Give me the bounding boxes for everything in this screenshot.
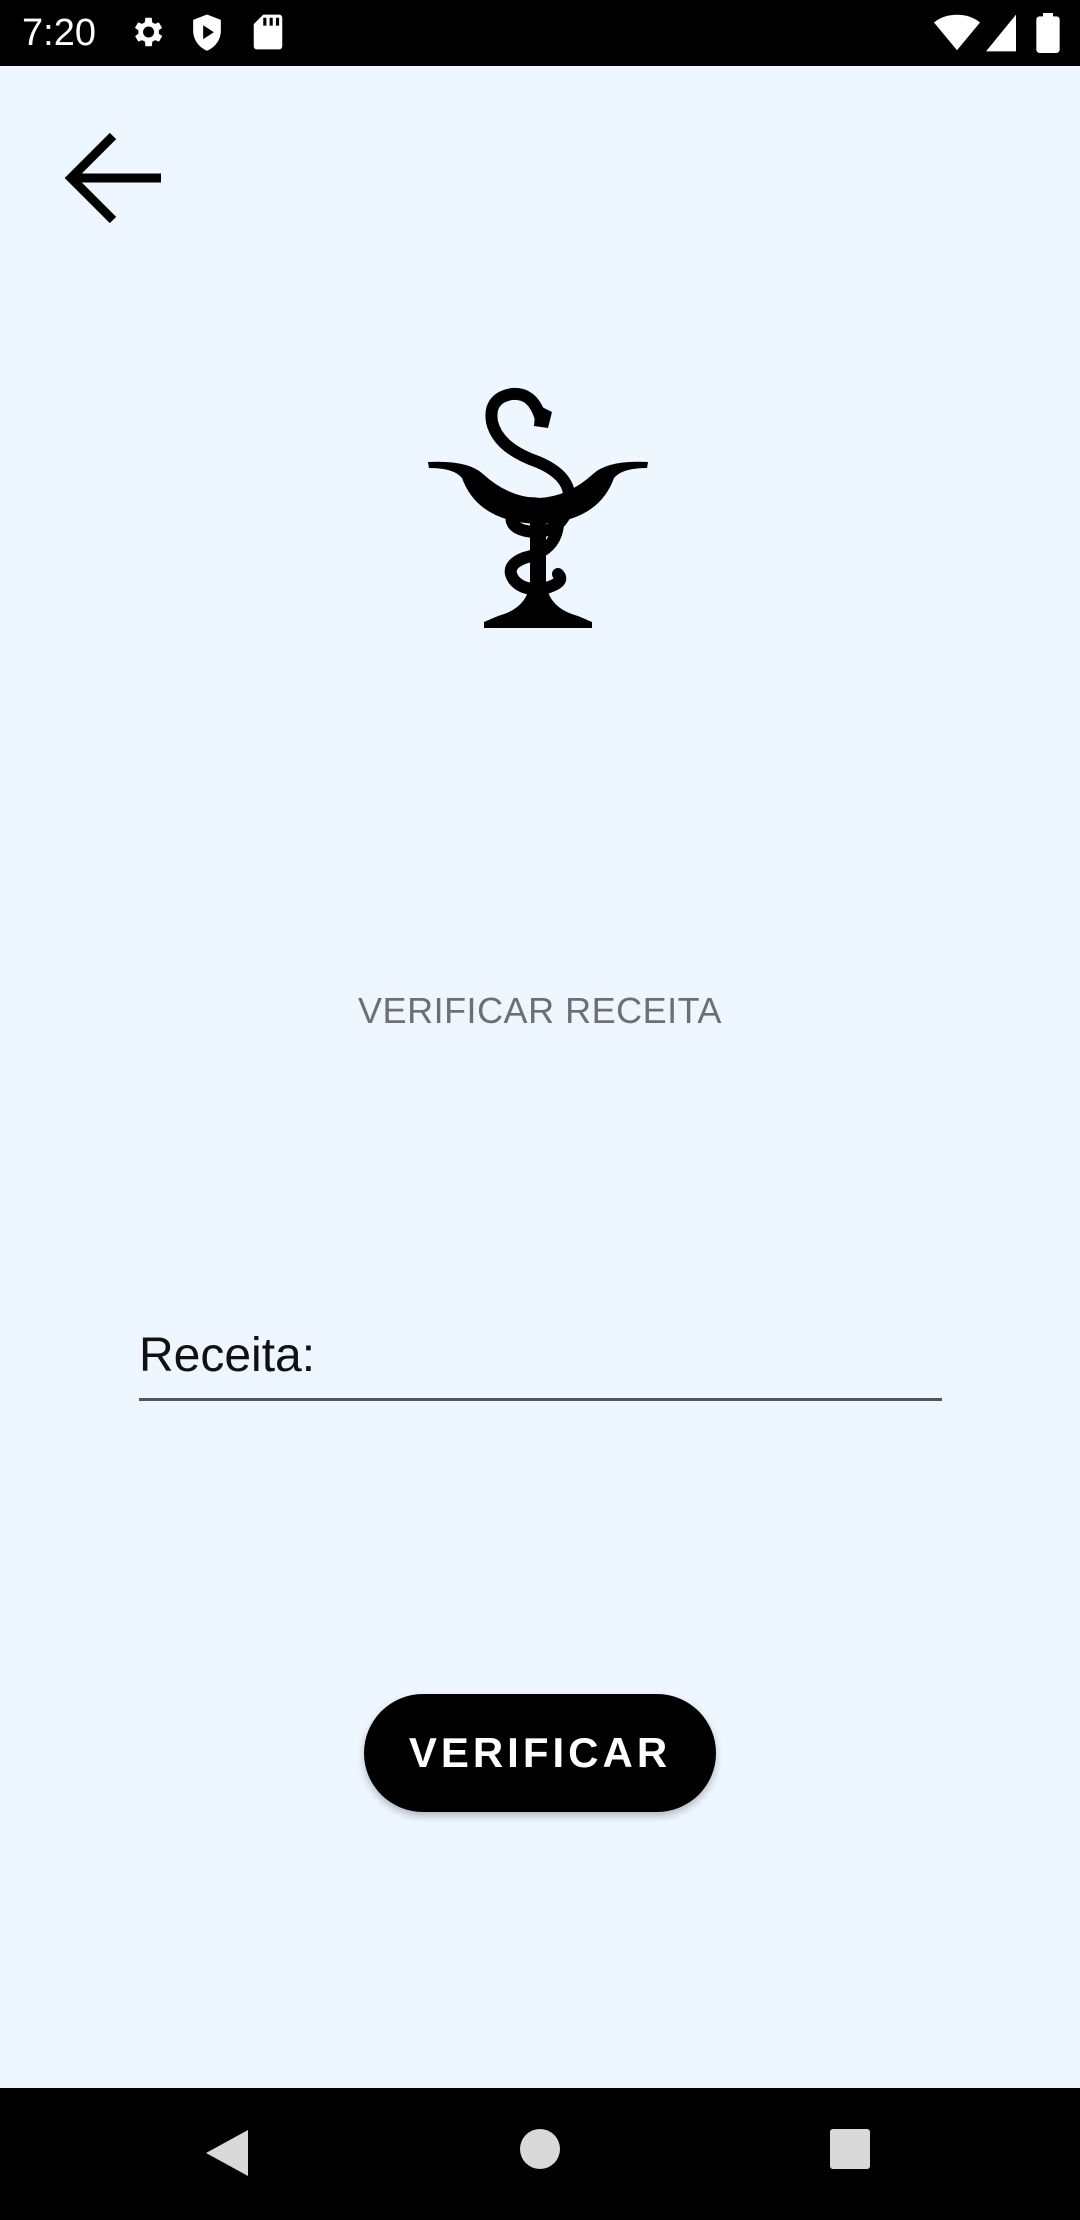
nav-home-icon[interactable] xyxy=(519,2128,561,2170)
receita-field[interactable]: Receita: xyxy=(139,1318,942,1401)
nav-recents-icon[interactable] xyxy=(829,2128,871,2170)
cell-signal-icon xyxy=(986,14,1016,52)
status-bar: 7:20 xyxy=(0,0,1080,66)
system-nav-bar xyxy=(0,2088,1080,2220)
status-time: 7:20 xyxy=(22,12,96,54)
receita-label: Receita: xyxy=(139,1329,316,1382)
back-button[interactable] xyxy=(58,128,168,228)
battery-icon xyxy=(1036,13,1060,53)
settings-icon xyxy=(134,17,163,47)
receita-input[interactable] xyxy=(339,1326,933,1388)
wifi-icon xyxy=(934,14,980,51)
shield-play-icon xyxy=(193,14,221,51)
arrow-left-icon xyxy=(64,132,161,224)
screen-title: VERIFICAR RECEITA xyxy=(358,990,722,1031)
verify-button[interactable]: VERIFICAR xyxy=(364,1694,716,1812)
pharmacy-bowl-of-hygieia-icon xyxy=(428,387,648,628)
nav-back-icon[interactable] xyxy=(204,2128,250,2178)
sd-card-icon xyxy=(253,14,283,50)
